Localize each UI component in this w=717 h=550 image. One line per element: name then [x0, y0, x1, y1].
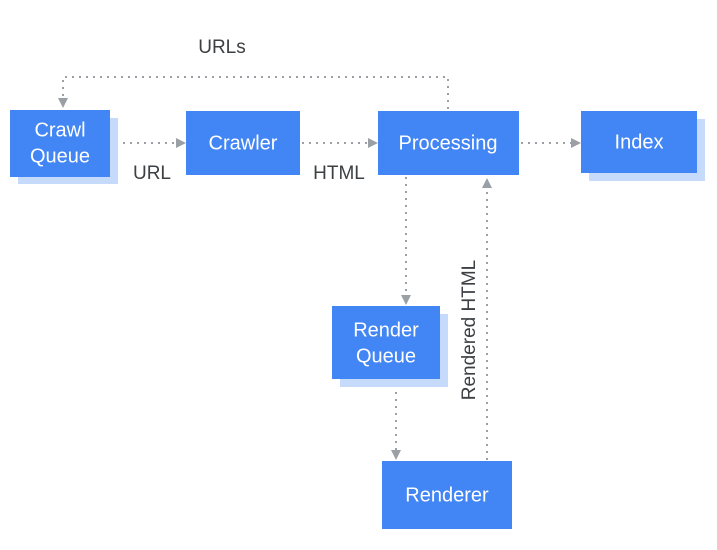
- node-render-queue: Render Queue: [332, 306, 448, 387]
- node-label: Crawler: [209, 132, 278, 154]
- node-crawler: Crawler: [186, 111, 300, 175]
- node-label: Processing: [399, 132, 498, 154]
- edge-label-urls: URLs: [198, 37, 246, 58]
- node-label: Crawl: [34, 119, 85, 141]
- pipeline-diagram: Crawl Queue Crawler Processing Index Ren…: [10, 37, 705, 529]
- node-label: Renderer: [405, 484, 489, 506]
- node-crawl-queue: Crawl Queue: [10, 110, 118, 184]
- node-processing: Processing: [378, 111, 519, 175]
- node-index: Index: [581, 111, 705, 181]
- node-label: Index: [615, 131, 664, 153]
- edge-label-url: URL: [133, 163, 171, 184]
- edge-label-rendered-html: Rendered HTML: [459, 260, 480, 400]
- node-box: [332, 306, 440, 379]
- node-label: Queue: [30, 145, 90, 167]
- node-label: Render: [353, 319, 419, 341]
- node-renderer: Renderer: [382, 461, 512, 529]
- node-label: Queue: [356, 345, 416, 367]
- edge-label-html: HTML: [313, 163, 365, 184]
- edge-processing-to-crawl-queue: [58, 76, 449, 109]
